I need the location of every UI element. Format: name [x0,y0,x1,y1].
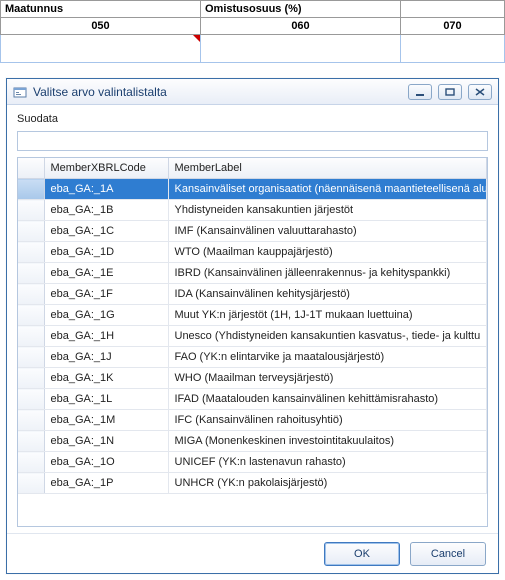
bg-th-2 [401,1,505,18]
cell-label[interactable]: WTO (Maailman kauppajärjestö) [168,242,487,263]
bg-th-1: Omistusosuus (%) [201,1,401,18]
cell-label[interactable]: Muut YK:n järjestöt (1H, 1J-1T mukaan lu… [168,305,487,326]
filter-label: Suodata [17,113,488,125]
dialog-footer: OK Cancel [7,533,498,573]
table-row[interactable]: eba_GA:_1AKansainväliset organisaatiot (… [18,179,487,200]
table-row[interactable]: eba_GA:_1PUNHCR (YK:n pakolaisjärjestö) [18,473,487,494]
maximize-button[interactable] [438,84,462,100]
minimize-button[interactable] [408,84,432,100]
cell-code[interactable]: eba_GA:_1N [44,431,168,452]
cell-code[interactable]: eba_GA:_1K [44,368,168,389]
cell-label[interactable]: IFC (Kansainvälinen rahoitusyhtiö) [168,410,487,431]
cell-code[interactable]: eba_GA:_1A [44,179,168,200]
row-handle[interactable] [18,200,44,221]
row-handle[interactable] [18,473,44,494]
row-handle[interactable] [18,263,44,284]
cell-code[interactable]: eba_GA:_1H [44,326,168,347]
table-row[interactable]: eba_GA:_1BYhdistyneiden kansakuntien jär… [18,200,487,221]
cell-code[interactable]: eba_GA:_1D [44,242,168,263]
table-row[interactable]: eba_GA:_1GMuut YK:n järjestöt (1H, 1J-1T… [18,305,487,326]
cell-code[interactable]: eba_GA:_1E [44,263,168,284]
cell-label[interactable]: MIGA (Monenkeskinen investointitakuulait… [168,431,487,452]
row-handle[interactable] [18,242,44,263]
row-handle[interactable] [18,347,44,368]
table-row[interactable]: eba_GA:_1DWTO (Maailman kauppajärjestö) [18,242,487,263]
value-grid: MemberXBRLCode MemberLabel eba_GA:_1AKan… [18,158,487,494]
row-handle[interactable] [18,221,44,242]
dialog-title: Valitse arvo valintalistalta [33,85,402,99]
row-handle[interactable] [18,284,44,305]
cell-code[interactable]: eba_GA:_1G [44,305,168,326]
cell-code[interactable]: eba_GA:_1P [44,473,168,494]
row-handle[interactable] [18,179,44,200]
table-row[interactable]: eba_GA:_1KWHO (Maailman terveysjärjestö) [18,368,487,389]
bg-cell-2[interactable] [401,35,505,63]
grid-container: MemberXBRLCode MemberLabel eba_GA:_1AKan… [17,157,488,527]
cell-code[interactable]: eba_GA:_1B [44,200,168,221]
table-row[interactable]: eba_GA:_1CIMF (Kansainvälinen valuuttara… [18,221,487,242]
bg-code-2: 070 [401,18,505,35]
filter-input[interactable] [17,131,488,151]
cell-marker-icon [193,35,200,42]
table-row[interactable]: eba_GA:_1EIBRD (Kansainvälinen jälleenra… [18,263,487,284]
cell-label[interactable]: FAO (YK:n elintarvike ja maatalousjärjes… [168,347,487,368]
table-row[interactable]: eba_GA:_1FIDA (Kansainvälinen kehitysjär… [18,284,487,305]
cell-code[interactable]: eba_GA:_1L [44,389,168,410]
col-rowhandle[interactable] [18,158,44,179]
grid-scroll[interactable]: MemberXBRLCode MemberLabel eba_GA:_1AKan… [18,158,487,526]
cell-label[interactable]: Kansainväliset organisaatiot (näennäisen… [168,179,487,200]
bg-code-1: 060 [201,18,401,35]
row-handle[interactable] [18,305,44,326]
col-header-label[interactable]: MemberLabel [168,158,487,179]
table-row[interactable]: eba_GA:_1OUNICEF (YK:n lastenavun rahast… [18,452,487,473]
col-header-code[interactable]: MemberXBRLCode [44,158,168,179]
ok-button[interactable]: OK [324,542,400,566]
row-handle[interactable] [18,326,44,347]
cell-code[interactable]: eba_GA:_1O [44,452,168,473]
table-row[interactable]: eba_GA:_1JFAO (YK:n elintarvike ja maata… [18,347,487,368]
bg-cell-active[interactable] [1,35,201,63]
cell-label[interactable]: IDA (Kansainvälinen kehitysjärjestö) [168,284,487,305]
cell-code[interactable]: eba_GA:_1C [44,221,168,242]
dialog-icon [13,85,27,99]
cell-label[interactable]: Yhdistyneiden kansakuntien järjestöt [168,200,487,221]
cell-code[interactable]: eba_GA:_1F [44,284,168,305]
bg-cell-1[interactable] [201,35,401,63]
background-table: Maatunnus Omistusosuus (%) 050 060 070 [0,0,505,63]
table-row[interactable]: eba_GA:_1HUnesco (Yhdistyneiden kansakun… [18,326,487,347]
row-handle[interactable] [18,431,44,452]
cell-label[interactable]: WHO (Maailman terveysjärjestö) [168,368,487,389]
bg-code-0: 050 [1,18,201,35]
table-row[interactable]: eba_GA:_1NMIGA (Monenkeskinen investoint… [18,431,487,452]
table-row[interactable]: eba_GA:_1LIFAD (Maatalouden kansainvälin… [18,389,487,410]
table-row[interactable]: eba_GA:_1MIFC (Kansainvälinen rahoitusyh… [18,410,487,431]
cancel-button[interactable]: Cancel [410,542,486,566]
row-handle[interactable] [18,452,44,473]
dialog-titlebar[interactable]: Valitse arvo valintalistalta [7,79,498,105]
cell-label[interactable]: UNHCR (YK:n pakolaisjärjestö) [168,473,487,494]
bg-th-0: Maatunnus [1,1,201,18]
row-handle[interactable] [18,410,44,431]
row-handle[interactable] [18,389,44,410]
cell-label[interactable]: IBRD (Kansainvälinen jälleenrakennus- ja… [168,263,487,284]
cell-code[interactable]: eba_GA:_1J [44,347,168,368]
cell-label[interactable]: IMF (Kansainvälinen valuuttarahasto) [168,221,487,242]
cell-label[interactable]: UNICEF (YK:n lastenavun rahasto) [168,452,487,473]
row-handle[interactable] [18,368,44,389]
cell-code[interactable]: eba_GA:_1M [44,410,168,431]
close-button[interactable] [468,84,492,100]
value-picker-dialog: Valitse arvo valintalistalta Suodata Mem… [6,78,499,574]
cell-label[interactable]: IFAD (Maatalouden kansainvälinen kehittä… [168,389,487,410]
cell-label[interactable]: Unesco (Yhdistyneiden kansakuntien kasva… [168,326,487,347]
